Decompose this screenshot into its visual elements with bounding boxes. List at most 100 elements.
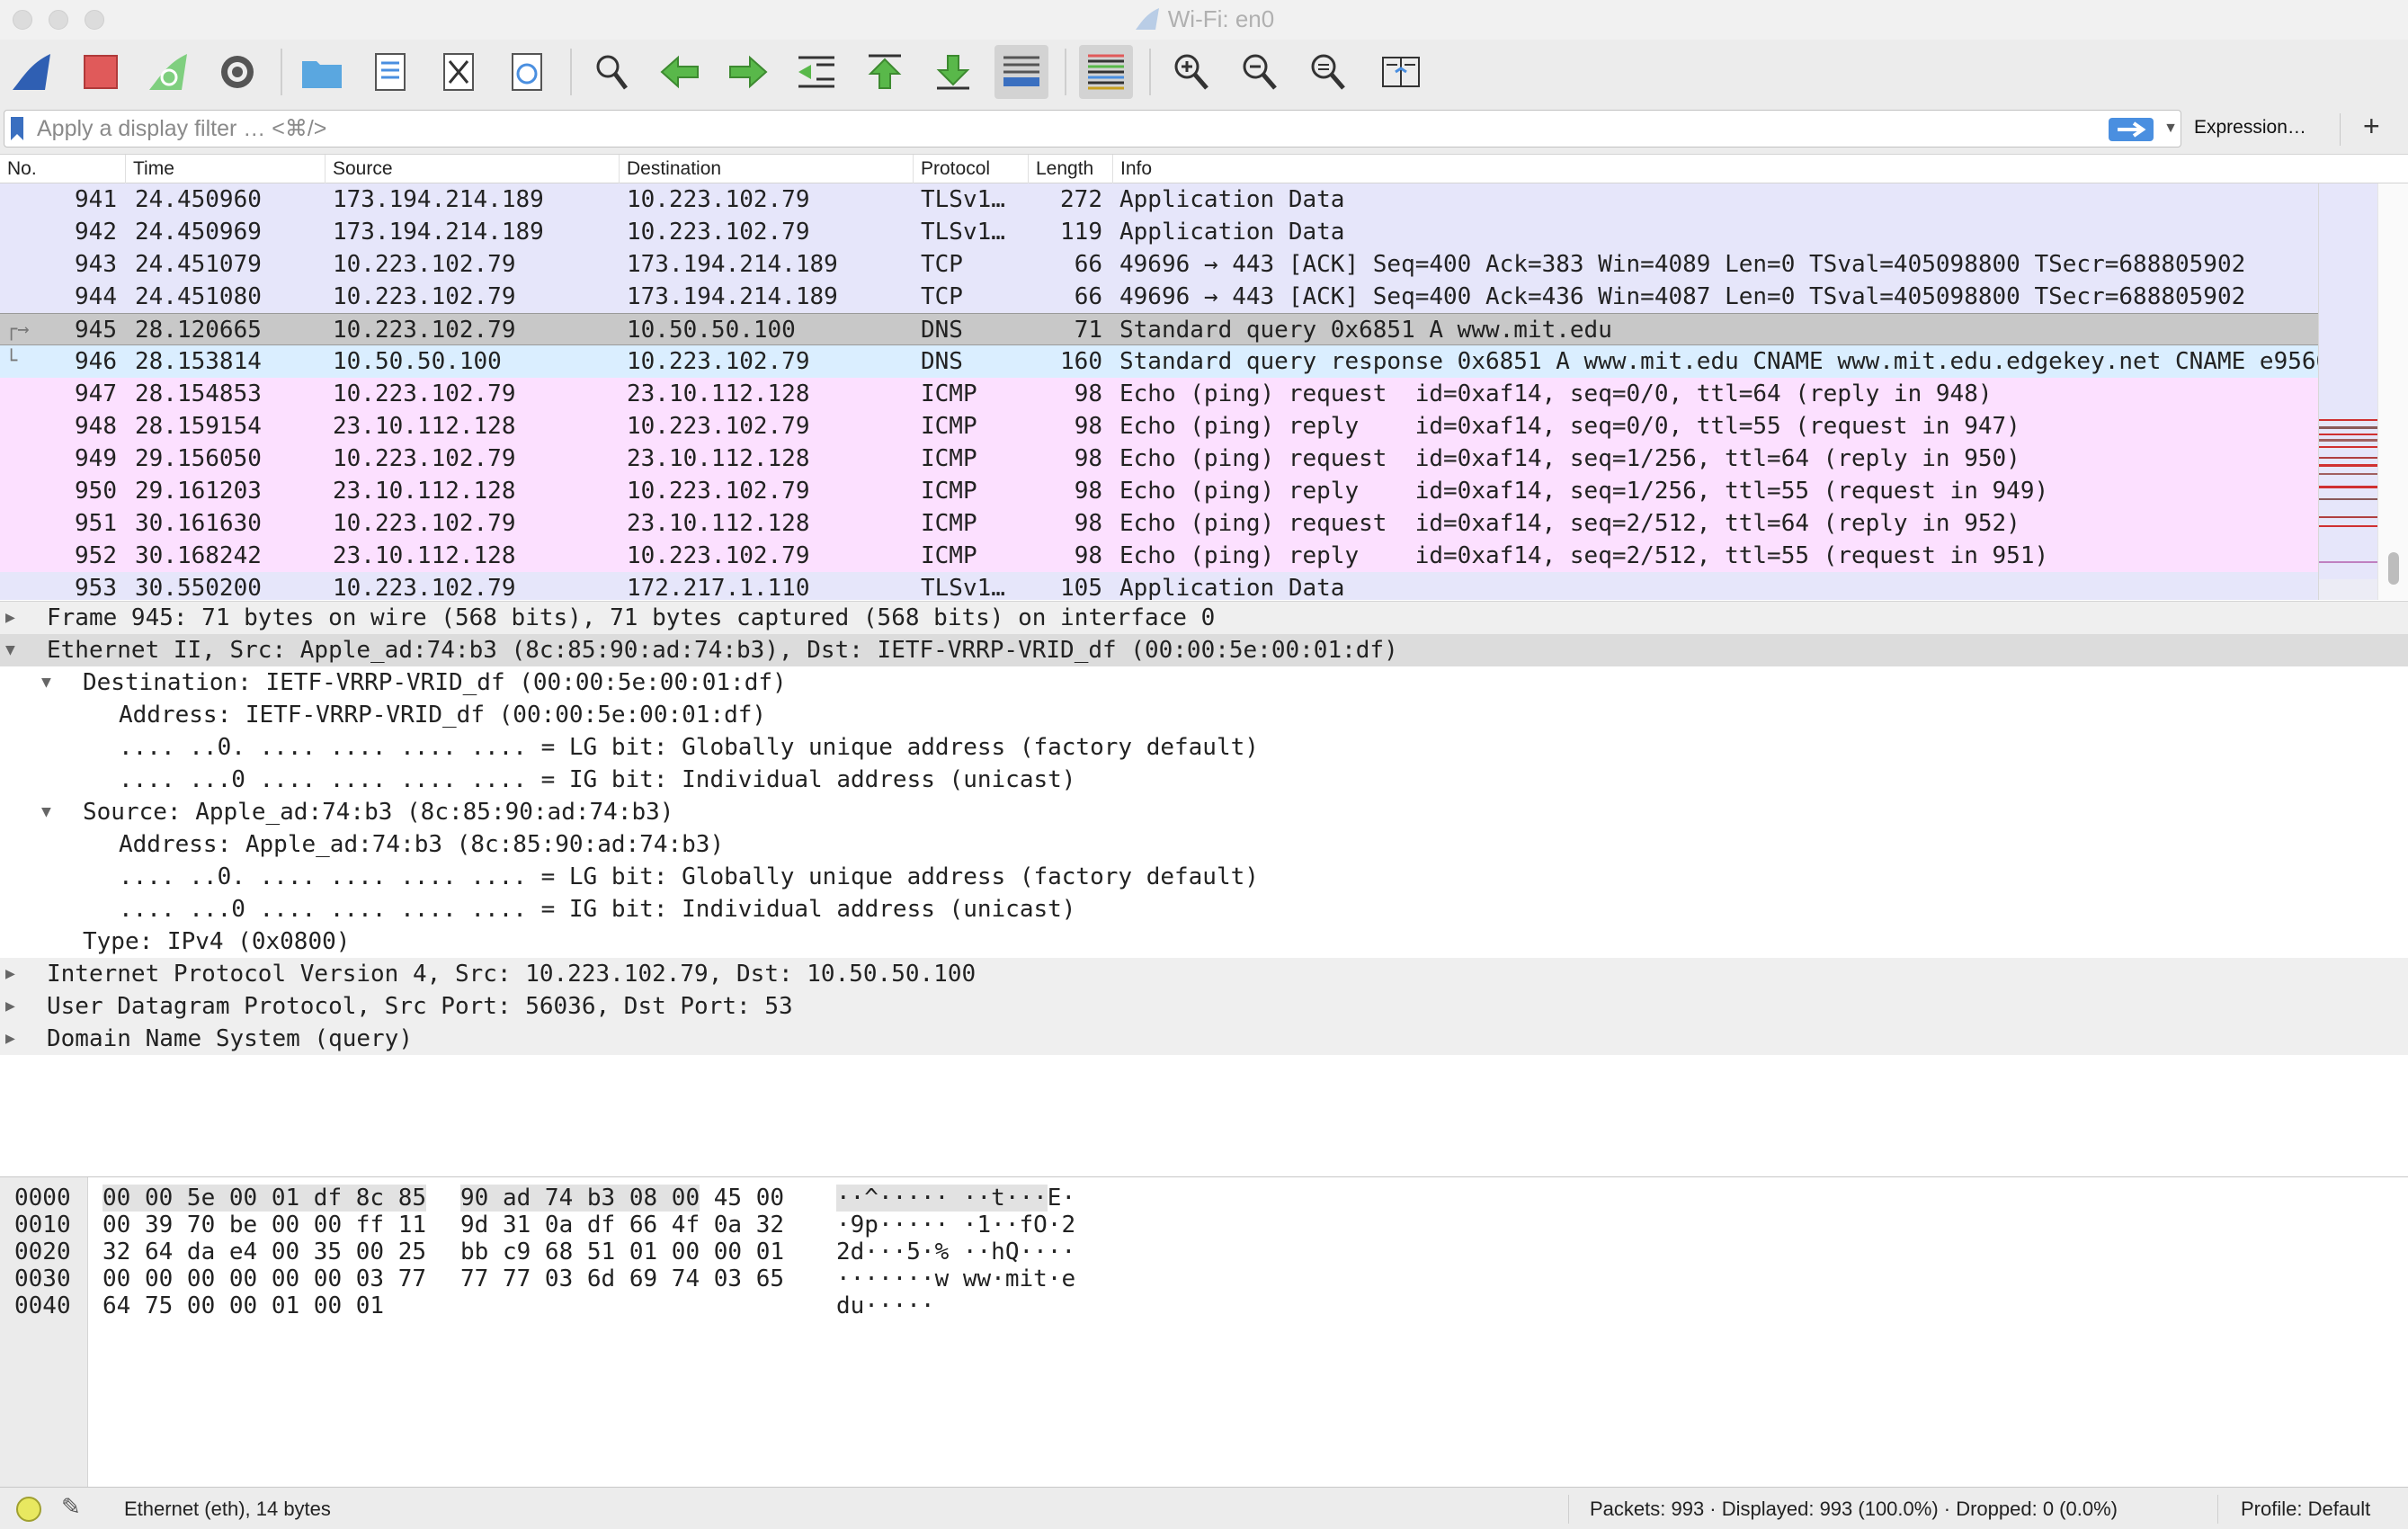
collapsed-arrow-icon[interactable]: ▶	[5, 958, 27, 990]
zoom-in-button[interactable]	[1164, 45, 1217, 99]
packet-row[interactable]: 948 28.159154 23.10.112.128 10.223.102.79 IC…	[0, 410, 2318, 443]
packet-list-scrollbar[interactable]	[2377, 183, 2408, 600]
hex-bytes-a[interactable]: 00 00 00 00 00 00 03 77	[103, 1265, 426, 1292]
tree-item-text: Address: Apple_ad:74:b3 (8c:85:90:ad:74:…	[119, 831, 725, 858]
packet-minimap[interactable]	[2318, 183, 2378, 600]
packet-row[interactable]: 943 24.451079 10.223.102.79 173.194.214.189…	[0, 248, 2318, 281]
related-packet-marker: └	[5, 350, 18, 372]
hex-bytes-b[interactable]: 9d 31 0a df 66 4f 0a 32	[460, 1212, 784, 1238]
packet-cell-no: 946	[75, 348, 117, 375]
packet-cell-time: 24.451080	[135, 283, 262, 310]
expanded-arrow-icon[interactable]: ▼	[41, 796, 63, 828]
protocol-tree-item[interactable]: ▼ Ethernet II, Src: Apple_ad:74:b3 (8c:85…	[0, 634, 2408, 666]
column-header-length[interactable]: Length	[1029, 155, 1113, 183]
zoom-out-button[interactable]	[1232, 45, 1286, 99]
toolbar-separator	[1149, 49, 1151, 95]
field-tree-item[interactable]: Address: IETF-VRRP-VRID_df (00:00:5e:00:…	[0, 699, 2408, 731]
hex-bytes-a[interactable]: 00 00 5e 00 01 df 8c 85	[103, 1185, 427, 1212]
field-tree-item[interactable]: Address: Apple_ad:74:b3 (8c:85:90:ad:74:…	[0, 828, 2408, 861]
hex-bytes-b[interactable]: bb c9 68 51 01 00 00 01	[460, 1238, 784, 1265]
packet-row[interactable]: 941 24.450960 173.194.214.189 10.223.102.79…	[0, 183, 2318, 216]
ascii-bytes[interactable]: 2d···5·% ··hQ····	[836, 1238, 1075, 1265]
add-filter-button[interactable]: +	[2363, 110, 2380, 143]
expert-info-indicator[interactable]	[16, 1497, 41, 1522]
column-header-source[interactable]: Source	[326, 155, 620, 183]
packet-cell-dst: 10.223.102.79	[627, 186, 810, 213]
column-header-no[interactable]: No.	[0, 155, 126, 183]
apply-filter-button[interactable]	[2109, 118, 2154, 141]
resize-columns-button[interactable]	[1374, 45, 1428, 99]
capture-options-button[interactable]	[210, 45, 264, 99]
packet-row[interactable]: 950 29.161203 23.10.112.128 10.223.102.79 IC…	[0, 475, 2318, 507]
ascii-bytes[interactable]: du·····	[836, 1292, 935, 1319]
expression-button[interactable]: Expression…	[2194, 117, 2306, 139]
packet-row[interactable]: 944 24.451080 10.223.102.79 173.194.214.189…	[0, 281, 2318, 313]
protocol-tree-item[interactable]: ▶ Domain Name System (query)	[0, 1023, 2408, 1055]
packet-cell-src: 10.223.102.79	[333, 445, 516, 472]
filter-history-dropdown[interactable]: ▼	[2161, 114, 2181, 143]
packet-row[interactable]: 947 28.154853 10.223.102.79 23.10.112.128 IC…	[0, 378, 2318, 410]
ascii-bytes[interactable]: ·······w ww·mit·e	[836, 1265, 1075, 1292]
field-tree-item[interactable]: ▼ Source: Apple_ad:74:b3 (8c:85:90:ad:74:…	[0, 796, 2408, 828]
zoom-in-icon	[1174, 54, 1208, 90]
packet-row[interactable]: 945 28.120665 10.223.102.79 10.50.50.100 DNS…	[0, 313, 2318, 345]
column-header-info[interactable]: Info	[1113, 155, 2408, 183]
ascii-bytes[interactable]: ··^····· ··t···E·	[836, 1185, 1075, 1212]
packet-cell-proto: ICMP	[921, 413, 977, 440]
field-tree-item[interactable]: Type: IPv4 (0x0800)	[0, 925, 2408, 958]
bookmark-icon[interactable]	[10, 116, 24, 141]
auto-scroll-button[interactable]	[994, 45, 1048, 99]
hex-bytes-a[interactable]: 32 64 da e4 00 35 00 25	[103, 1238, 426, 1265]
field-info-text: Ethernet (eth), 14 bytes	[124, 1498, 331, 1520]
go-first-packet-button[interactable]	[858, 45, 912, 99]
go-to-packet-button[interactable]	[789, 45, 843, 99]
open-file-button[interactable]	[295, 45, 349, 99]
save-file-button[interactable]	[363, 45, 417, 99]
protocol-tree-item[interactable]: ▶ Frame 945: 71 bytes on wire (568 bits),…	[0, 602, 2408, 634]
packet-row[interactable]: 951 30.161630 10.223.102.79 23.10.112.128 IC…	[0, 507, 2318, 540]
packet-row[interactable]: 953 30.550200 10.223.102.79 172.217.1.110 TL…	[0, 572, 2318, 600]
field-tree-item[interactable]: ▼ Destination: IETF-VRRP-VRID_df (00:00:5…	[0, 666, 2408, 699]
resize-columns-icon	[1382, 57, 1420, 87]
packet-row[interactable]: 949 29.156050 10.223.102.79 23.10.112.128 IC…	[0, 443, 2318, 475]
packet-row[interactable]: 946 28.153814 10.50.50.100 10.223.102.79 DNS…	[0, 345, 2318, 378]
hex-bytes-a[interactable]: 00 39 70 be 00 00 ff 11	[103, 1212, 426, 1238]
protocol-tree-item[interactable]: ▶ User Datagram Protocol, Src Port: 56036…	[0, 990, 2408, 1023]
collapsed-arrow-icon[interactable]: ▶	[5, 990, 27, 1023]
reload-file-button[interactable]	[500, 45, 554, 99]
go-forward-button[interactable]	[721, 45, 775, 99]
colorize-button[interactable]	[1079, 45, 1133, 99]
packet-cell-dst: 23.10.112.128	[627, 445, 810, 472]
close-file-button[interactable]	[432, 45, 486, 99]
hex-bytes-a[interactable]: 64 75 00 00 01 00 01	[103, 1292, 384, 1319]
hex-bytes-b[interactable]: 90 ad 74 b3 08 00 45 00	[460, 1185, 784, 1212]
expanded-arrow-icon[interactable]: ▼	[41, 666, 63, 699]
main-toolbar	[0, 40, 2408, 104]
expanded-arrow-icon[interactable]: ▼	[5, 634, 27, 666]
go-back-button[interactable]	[653, 45, 707, 99]
column-header-protocol[interactable]: Protocol	[914, 155, 1029, 183]
field-tree-item[interactable]: .... ...0 .... .... .... .... = IG bit: …	[0, 893, 2408, 925]
field-tree-item[interactable]: .... ..0. .... .... .... .... = LG bit: …	[0, 731, 2408, 764]
stop-capture-button[interactable]	[74, 45, 128, 99]
edit-comment-icon[interactable]: ✎	[61, 1493, 81, 1521]
find-packet-button[interactable]	[584, 45, 638, 99]
column-header-destination[interactable]: Destination	[620, 155, 914, 183]
column-header-time[interactable]: Time	[126, 155, 326, 183]
profile-text[interactable]: Profile: Default	[2241, 1498, 2370, 1521]
field-tree-item[interactable]: .... ..0. .... .... .... .... = LG bit: …	[0, 861, 2408, 893]
restart-capture-button[interactable]	[142, 45, 196, 99]
hex-bytes-b[interactable]: 77 77 03 6d 69 74 03 65	[460, 1265, 784, 1292]
ascii-bytes[interactable]: ·9p····· ·1··fO·2	[836, 1212, 1075, 1238]
packet-row[interactable]: 942 24.450969 173.194.214.189 10.223.102.79…	[0, 216, 2318, 248]
collapsed-arrow-icon[interactable]: ▶	[5, 1023, 27, 1055]
packet-row[interactable]: 952 30.168242 23.10.112.128 10.223.102.79 IC…	[0, 540, 2318, 572]
normal-size-button[interactable]	[1300, 45, 1354, 99]
scrollbar-thumb[interactable]	[2388, 552, 2399, 585]
protocol-tree-item[interactable]: ▶ Internet Protocol Version 4, Src: 10.22…	[0, 958, 2408, 990]
collapsed-arrow-icon[interactable]: ▶	[5, 602, 27, 634]
field-tree-item[interactable]: .... ...0 .... .... .... .... = IG bit: …	[0, 764, 2408, 796]
display-filter-input[interactable]	[37, 113, 2087, 144]
start-capture-button[interactable]	[5, 45, 59, 99]
go-last-packet-button[interactable]	[926, 45, 980, 99]
